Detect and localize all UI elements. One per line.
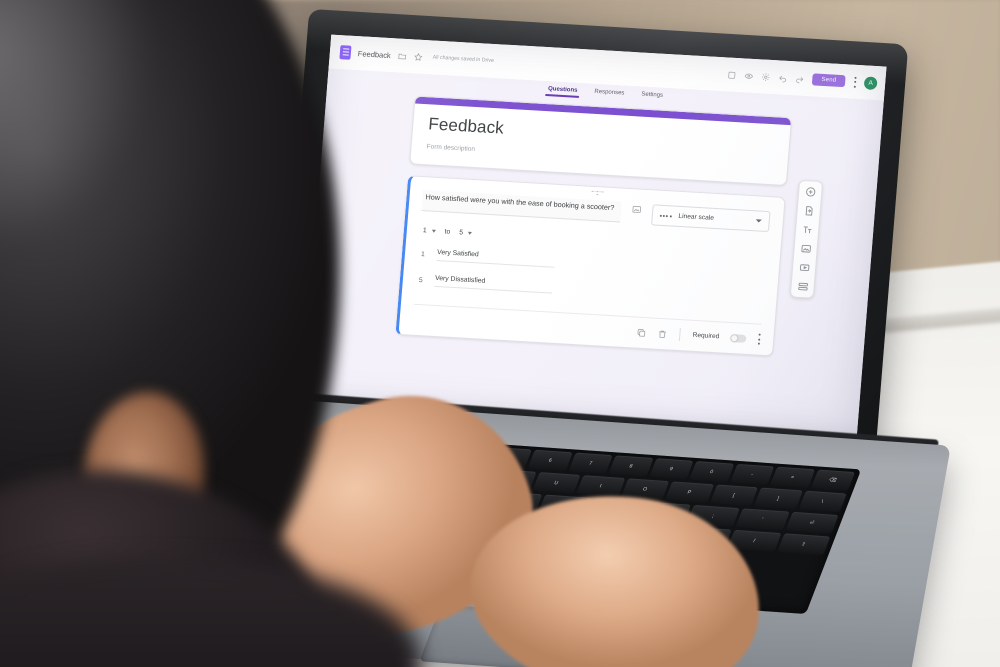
tab-settings[interactable]: Settings [641, 92, 663, 103]
add-title-icon[interactable] [801, 224, 813, 236]
question-header-row: How satisfied were you with the ease of … [421, 190, 771, 233]
tab-questions[interactable]: Questions [548, 86, 578, 98]
keyboard-key[interactable]: ⏎ [785, 511, 839, 534]
scale-to-value: 5 [459, 229, 464, 237]
keyboard-key[interactable]: U [531, 472, 581, 494]
scale-from-value: 1 [422, 227, 427, 235]
keyboard-key[interactable]: ⇧ [776, 533, 831, 556]
keyboard-key[interactable]: 6 [528, 449, 573, 471]
question-text-wrap: How satisfied were you with the ease of … [421, 190, 622, 223]
scale-label-number: 5 [418, 276, 423, 284]
top-bar-more-icon[interactable] [853, 76, 857, 88]
question-add-toolbar [789, 179, 824, 299]
preview-icon[interactable] [744, 71, 754, 80]
scale-label-row: 5 Very Dissatisfied [415, 274, 763, 306]
keyboard-key[interactable]: ' [735, 508, 790, 531]
save-status: All changes saved in Drive [432, 54, 495, 64]
keyboard-key[interactable]: I [576, 475, 625, 497]
redo-icon[interactable] [795, 74, 805, 83]
google-forms-app: Feedback All changes saved in Drive Send… [301, 34, 887, 438]
question-more-icon[interactable] [757, 333, 761, 345]
import-questions-icon[interactable] [803, 205, 815, 217]
form-body: Feedback Form description How satisfied … [395, 95, 793, 357]
add-image-icon[interactable] [800, 243, 812, 255]
scale-label-row: 1 Very Satisfied [418, 248, 766, 280]
keyboard-key[interactable]: [ [709, 484, 759, 506]
theme-icon[interactable] [727, 70, 737, 79]
keyboard-key[interactable]: P [665, 481, 714, 503]
keyboard-key[interactable]: \ [798, 490, 847, 513]
undo-icon[interactable] [778, 73, 788, 82]
hair-highlight [0, 0, 160, 260]
question-card[interactable]: How satisfied were you with the ease of … [395, 175, 786, 357]
send-button[interactable]: Send [811, 73, 846, 88]
question-text-input[interactable]: How satisfied were you with the ease of … [421, 190, 622, 223]
required-toggle[interactable] [729, 333, 747, 343]
folder-move-icon[interactable] [397, 51, 407, 60]
footer-divider [679, 328, 682, 342]
star-icon[interactable] [413, 52, 423, 61]
keyboard-key[interactable]: 0 [689, 461, 734, 483]
duplicate-icon[interactable] [636, 327, 647, 338]
trash-icon[interactable] [657, 328, 668, 339]
forms-logo-icon [339, 45, 352, 60]
keyboard-key[interactable]: 9 [649, 458, 694, 480]
scale-label-input[interactable]: Very Dissatisfied [434, 274, 554, 294]
document-title[interactable]: Feedback [358, 49, 392, 60]
question-type-label: Linear scale [678, 212, 715, 222]
question-type-select[interactable]: Linear scale [651, 204, 771, 233]
chevron-down-icon [467, 231, 473, 235]
avatar[interactable]: A [863, 75, 878, 90]
scale-label-input[interactable]: Very Satisfied [436, 249, 556, 268]
scale-from-select[interactable]: 1 [423, 227, 436, 235]
keyboard-key[interactable]: = [770, 466, 815, 488]
add-question-icon[interactable] [804, 186, 816, 198]
linear-scale-icon [659, 214, 672, 217]
photo-scene: Feedback All changes saved in Drive Send… [0, 0, 1000, 667]
scale-to-label: to [444, 228, 451, 236]
add-video-icon[interactable] [798, 262, 810, 274]
required-label: Required [692, 331, 720, 341]
scale-to-select[interactable]: 5 [459, 229, 473, 237]
add-image-icon[interactable] [631, 204, 643, 215]
scale-range-row: 1 to 5 [420, 227, 768, 254]
settings-icon[interactable] [761, 72, 771, 81]
add-section-icon[interactable] [797, 281, 809, 293]
chevron-down-icon [755, 219, 762, 223]
keyboard-key[interactable]: ] [753, 487, 803, 510]
keyboard-key[interactable]: 8 [608, 455, 654, 477]
chevron-down-icon [431, 229, 436, 233]
keyboard-key[interactable]: - [729, 463, 775, 486]
laptop-screen: Feedback All changes saved in Drive Send… [301, 34, 887, 438]
drag-handle-icon[interactable] [591, 190, 604, 196]
scale-label-number: 1 [420, 250, 426, 258]
keyboard-key[interactable]: 7 [568, 452, 613, 474]
tab-responses[interactable]: Responses [594, 89, 624, 101]
question-footer: Required [412, 303, 762, 346]
keyboard-key[interactable]: ⌫ [810, 469, 856, 491]
